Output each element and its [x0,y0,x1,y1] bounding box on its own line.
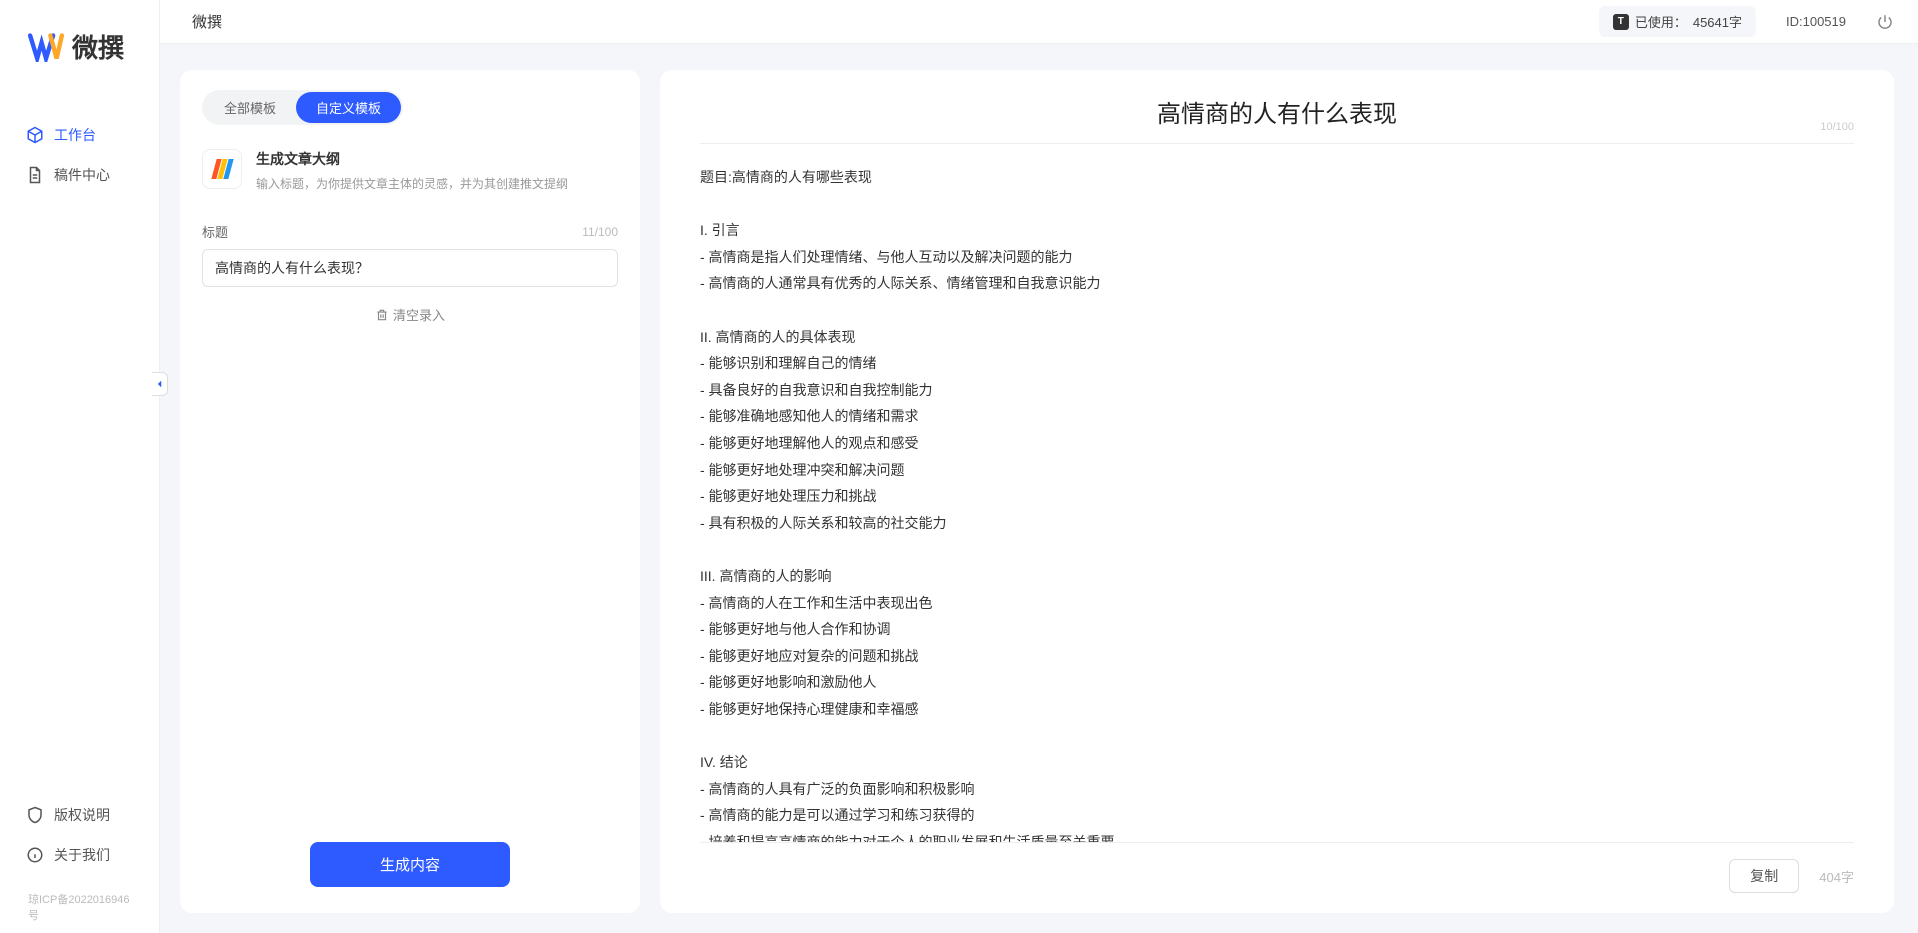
tab-all-templates[interactable]: 全部模板 [204,92,296,123]
template-title: 生成文章大纲 [256,149,618,169]
topbar-title: 微撰 [184,11,222,32]
template-desc: 输入标题，为你提供文章主体的灵感，并为其创建推文提纲 [256,175,618,192]
sidebar: 微撰 工作台 稿件中心 版权说明 [0,0,160,933]
nav-menu: 工作台 稿件中心 [0,115,159,795]
nav-item-label: 工作台 [54,125,96,145]
nav-item-label: 版权说明 [54,805,110,825]
user-id: ID:100519 [1786,14,1846,29]
word-count: 404字 [1819,867,1854,886]
nav-item-label: 稿件中心 [54,165,110,185]
clear-label: 清空录入 [393,305,445,324]
template-card: 生成文章大纲 输入标题，为你提供文章主体的灵感，并为其创建推文提纲 [202,149,618,192]
logo-icon [28,32,64,62]
output-title: 高情商的人有什么表现 [700,94,1854,129]
power-icon[interactable] [1876,13,1894,31]
text-icon: T [1613,14,1629,30]
form-section: 标题 11/100 [202,222,618,287]
icp-footer: 琼ICP备2022016946号 [0,885,159,933]
right-header: 高情商的人有什么表现 10/100 [700,94,1854,144]
cube-icon [26,126,44,144]
chevron-left-icon [155,379,165,389]
usage-badge[interactable]: T 已使用： 45641字 [1599,6,1756,37]
sidebar-bottom: 版权说明 关于我们 [0,795,159,885]
clear-button[interactable]: 清空录入 [202,305,618,324]
logo-text: 微撰 [72,28,124,65]
right-footer: 复制 404字 [700,842,1854,893]
usage-label: 已使用： [1635,12,1687,31]
trash-icon [375,308,389,322]
form-count: 11/100 [582,225,618,239]
title-input[interactable] [202,249,618,287]
info-icon [26,846,44,864]
output-title-count: 10/100 [1820,121,1854,133]
sidebar-collapse-toggle[interactable] [152,372,168,396]
output-body[interactable]: 题目:高情商的人有哪些表现 I. 引言 - 高情商是指人们处理情绪、与他人互动以… [700,164,1854,842]
template-tabs: 全部模板 自定义模板 [202,90,403,125]
nav-item-workbench[interactable]: 工作台 [0,115,159,155]
main-area: 微撰 T 已使用： 45641字 ID:100519 全部模板 自定义模板 [160,0,1918,933]
copy-button[interactable]: 复制 [1729,859,1799,893]
nav-item-label: 关于我们 [54,845,110,865]
right-panel: 高情商的人有什么表现 10/100 题目:高情商的人有哪些表现 I. 引言 - … [660,70,1894,913]
template-info: 生成文章大纲 输入标题，为你提供文章主体的灵感，并为其创建推文提纲 [256,149,618,192]
topbar-right: T 已使用： 45641字 ID:100519 [1599,6,1894,37]
nav-item-about[interactable]: 关于我们 [0,835,159,875]
tab-custom-templates[interactable]: 自定义模板 [296,92,401,123]
content: 全部模板 自定义模板 生成文章大纲 输入标题，为你提供文章主体的灵感，并为其创建… [160,44,1918,933]
template-icon [202,149,242,189]
nav-item-drafts[interactable]: 稿件中心 [0,155,159,195]
shield-icon [26,806,44,824]
nav-item-copyright[interactable]: 版权说明 [0,795,159,835]
usage-value: 45641字 [1693,12,1742,31]
left-panel: 全部模板 自定义模板 生成文章大纲 输入标题，为你提供文章主体的灵感，并为其创建… [180,70,640,913]
topbar: 微撰 T 已使用： 45641字 ID:100519 [160,0,1918,44]
generate-button[interactable]: 生成内容 [310,842,510,887]
form-label: 标题 [202,222,228,241]
document-icon [26,166,44,184]
logo: 微撰 [0,0,159,85]
